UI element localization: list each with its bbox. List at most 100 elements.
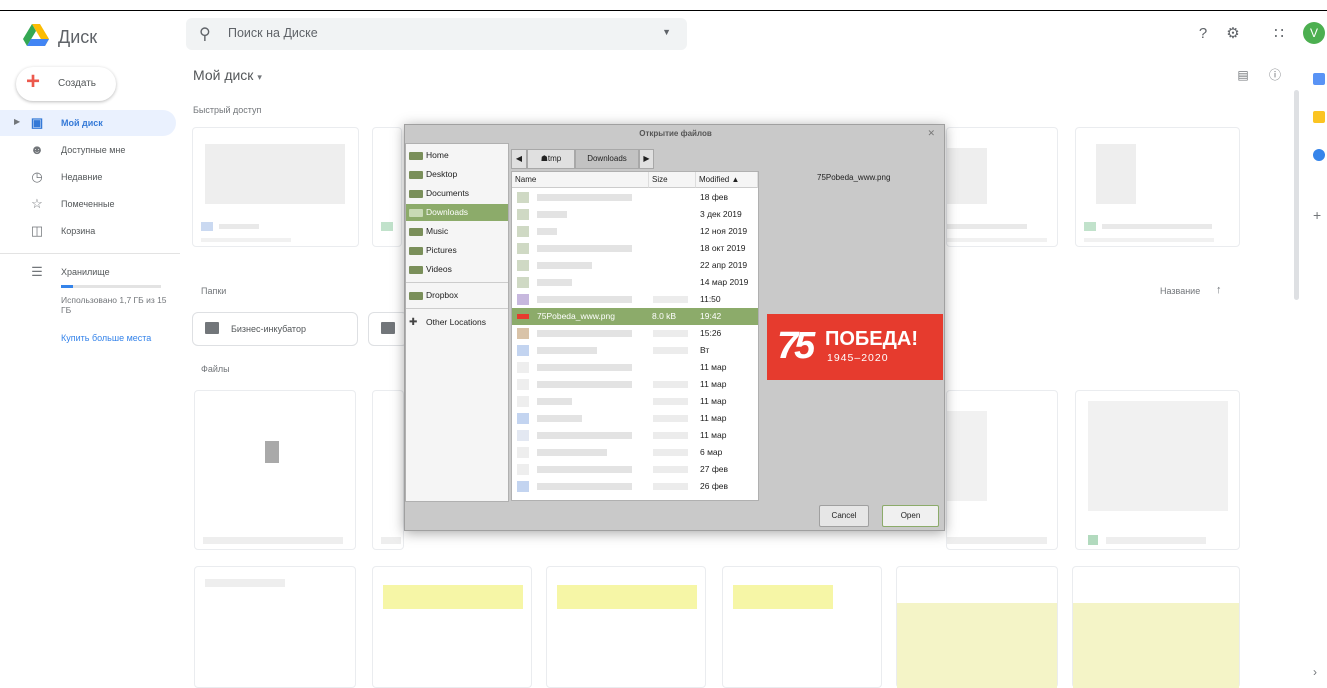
path-forward-button[interactable]: ▶: [639, 149, 654, 169]
place-label: Other Locations: [426, 317, 487, 327]
place-label: Music: [426, 226, 449, 236]
place-pictures[interactable]: Pictures: [406, 242, 508, 259]
file-icon: [517, 192, 529, 203]
file-row[interactable]: Вт: [512, 342, 758, 359]
image-file-icon: [517, 314, 529, 319]
sort-ascending-icon: ▲: [731, 175, 740, 184]
path-segment-downloads[interactable]: Downloads: [575, 149, 639, 169]
file-icon: [517, 260, 529, 271]
file-name: [537, 381, 632, 388]
place-label: Pictures: [426, 245, 457, 255]
file-row[interactable]: 14 мар 2019: [512, 274, 758, 291]
place-desktop[interactable]: Desktop: [406, 166, 508, 183]
place-label: Documents: [426, 188, 469, 198]
file-modified: 18 окт 2019: [700, 243, 746, 253]
file-size: [653, 449, 688, 456]
file-row[interactable]: 18 окт 2019: [512, 240, 758, 257]
column-header-label: Modified: [699, 175, 730, 184]
place-label: Downloads: [426, 207, 469, 217]
app-name: Диск: [58, 27, 98, 47]
column-header-name[interactable]: Name: [512, 172, 649, 188]
file-row[interactable]: 22 апр 2019: [512, 257, 758, 274]
file-row-selected[interactable]: 75Pobeda_www.png 8.0 kB 19:42: [512, 308, 758, 325]
file-row[interactable]: 11 мар: [512, 359, 758, 376]
file-name: [537, 228, 557, 235]
dialog-title: Открытие файлов: [639, 129, 712, 138]
file-row[interactable]: 18 фев: [512, 189, 758, 206]
file-size: [653, 415, 688, 422]
file-modified: 11 мар: [700, 430, 727, 440]
file-row[interactable]: 12 ноя 2019: [512, 223, 758, 240]
file-icon: [517, 464, 529, 475]
file-name: [537, 415, 582, 422]
file-icon: [517, 430, 529, 441]
place-label: Videos: [426, 264, 452, 274]
apps-grid-icon[interactable]: ∷: [1270, 25, 1288, 43]
file-icon: [517, 396, 529, 407]
file-row[interactable]: 11 мар: [512, 427, 758, 444]
place-home[interactable]: Home: [406, 147, 508, 164]
file-icon: [517, 447, 529, 458]
file-modified: 27 фев: [700, 464, 729, 474]
place-label: Desktop: [426, 169, 458, 179]
file-modified: 3 дек 2019: [700, 209, 742, 219]
file-row[interactable]: 27 фев: [512, 461, 758, 478]
file-modified: 15:26: [700, 328, 722, 338]
open-button[interactable]: Open: [882, 505, 939, 527]
file-modified: 18 фев: [700, 192, 729, 202]
cancel-button[interactable]: Cancel: [819, 505, 869, 527]
file-name: [537, 449, 607, 456]
file-modified: 26 фев: [700, 481, 729, 491]
place-other-locations[interactable]: ✚ Other Locations: [406, 314, 508, 331]
file-size: [653, 398, 688, 405]
place-documents[interactable]: Documents: [406, 185, 508, 202]
file-row[interactable]: 15:26: [512, 325, 758, 342]
gear-icon[interactable]: ⚙: [1224, 25, 1242, 43]
search-icon[interactable]: ⚲: [199, 24, 211, 44]
file-row[interactable]: 6 мар: [512, 444, 758, 461]
file-icon: [517, 294, 529, 305]
file-size: 8.0 kB: [652, 311, 677, 321]
file-icon: [517, 243, 529, 254]
file-row[interactable]: 11 мар: [512, 376, 758, 393]
file-icon: [517, 362, 529, 373]
file-name: [537, 398, 572, 405]
file-row[interactable]: 26 фев: [512, 478, 758, 495]
search-options-icon[interactable]: ▼: [662, 27, 671, 37]
file-modified: 19:42: [700, 311, 722, 321]
preview-image: 75 ПОБЕДА! 1945–2020: [767, 314, 943, 380]
file-row[interactable]: 3 дек 2019: [512, 206, 758, 223]
file-name: [537, 279, 572, 286]
column-header-modified[interactable]: Modified ▲: [696, 172, 758, 188]
file-size: [653, 347, 688, 354]
file-modified: Вт: [700, 345, 710, 355]
file-row[interactable]: 11:50: [512, 291, 758, 308]
file-icon: [517, 413, 529, 424]
file-row[interactable]: 11 мар: [512, 410, 758, 427]
search-input[interactable]: ⚲ Поиск на Диске ▼: [186, 18, 687, 50]
place-label: Home: [426, 150, 449, 160]
file-icon: [517, 379, 529, 390]
dropbox-folder-icon: [409, 292, 423, 300]
google-drive-logo-icon[interactable]: [23, 24, 49, 46]
place-music[interactable]: Music: [406, 223, 508, 240]
file-icon: [517, 277, 529, 288]
help-icon[interactable]: ?: [1194, 25, 1212, 43]
file-open-dialog: Открытие файлов ✕ Home Desktop Documents…: [404, 124, 945, 531]
file-modified: 6 мар: [700, 447, 723, 457]
path-segment-tmp[interactable]: ☗tmp: [527, 149, 575, 169]
file-icon: [517, 345, 529, 356]
file-size: [653, 483, 688, 490]
avatar[interactable]: V: [1303, 22, 1325, 44]
place-dropbox[interactable]: Dropbox: [406, 287, 508, 304]
close-icon[interactable]: ✕: [927, 128, 935, 139]
place-downloads[interactable]: Downloads: [406, 204, 508, 221]
file-name: [537, 483, 632, 490]
preview-image-number: 75: [777, 325, 815, 367]
file-row[interactable]: 11 мар: [512, 393, 758, 410]
desktop-folder-icon: [409, 171, 423, 179]
path-back-button[interactable]: ◀: [511, 149, 527, 169]
file-size: [653, 296, 688, 303]
place-videos[interactable]: Videos: [406, 261, 508, 278]
column-header-size[interactable]: Size: [649, 172, 696, 188]
